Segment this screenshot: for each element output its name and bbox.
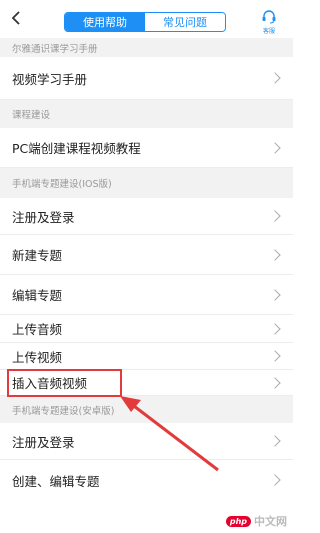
watermark-logo: php <box>225 515 251 527</box>
annotation-arrow <box>120 396 219 472</box>
watermark-text: 中文网 <box>254 515 287 528</box>
watermark: php 中文网 <box>225 513 287 529</box>
